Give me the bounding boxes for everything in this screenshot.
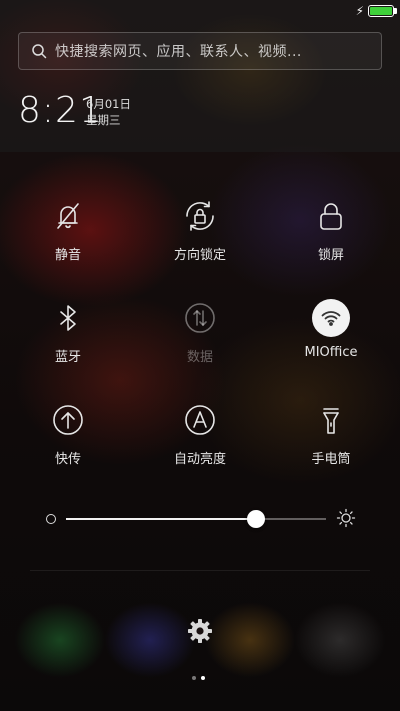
wifi-icon — [321, 311, 341, 326]
wifi-active-indicator — [312, 299, 350, 337]
lock-icon — [320, 203, 342, 230]
toggle-label: 蓝牙 — [54, 350, 81, 365]
battery-level — [370, 7, 392, 15]
toggle-label: 静音 — [54, 248, 81, 263]
date-block[interactable]: 6月01日 星期三 — [86, 96, 131, 128]
toggle-rotation-lock[interactable]: 方向锁定 — [145, 196, 255, 263]
toggle-label: 锁屏 — [317, 248, 344, 263]
toggle-auto-brightness[interactable]: 自动亮度 — [145, 400, 255, 467]
divider — [30, 570, 370, 571]
battery-icon — [368, 5, 394, 17]
search-input[interactable]: 快捷搜索网页、应用、联系人、视频... — [18, 32, 382, 70]
rotation-lock-icon — [186, 201, 214, 231]
mute-bell-icon — [57, 203, 79, 229]
toggle-label: MIOffice — [304, 345, 358, 360]
bluetooth-icon — [60, 305, 76, 331]
brightness-low-icon — [46, 514, 56, 524]
page-dot — [192, 676, 196, 680]
toggle-quick-transfer[interactable]: 快传 — [13, 400, 123, 467]
page-indicator — [192, 676, 205, 680]
toggle-flashlight[interactable]: 手电筒 — [276, 400, 386, 467]
brightness-slider[interactable] — [46, 508, 356, 530]
brightness-track[interactable] — [66, 510, 326, 528]
status-bar: ⚡ — [0, 0, 400, 22]
toggle-mute[interactable]: 静音 — [13, 196, 123, 263]
battery-tip — [394, 8, 397, 14]
toggle-bluetooth[interactable]: 蓝牙 — [13, 298, 123, 365]
mobile-data-icon — [185, 303, 215, 333]
toggle-mobile-data[interactable]: 数据 — [145, 298, 255, 365]
brightness-high-icon — [336, 508, 356, 528]
toggle-wifi[interactable]: MIOffice — [276, 298, 386, 360]
flashlight-icon — [323, 408, 339, 434]
charging-icon: ⚡ — [355, 4, 364, 18]
toggle-label: 数据 — [186, 350, 213, 365]
transfer-icon — [53, 405, 83, 435]
toggle-label: 自动亮度 — [173, 452, 226, 467]
search-placeholder: 快捷搜索网页、应用、联系人、视频... — [55, 44, 302, 60]
brightness-thumb[interactable] — [246, 510, 265, 528]
toggle-label: 方向锁定 — [173, 248, 226, 263]
settings-gear-icon[interactable] — [186, 617, 214, 645]
weekday-text: 星期三 — [86, 113, 121, 127]
search-icon — [32, 44, 47, 59]
date-text: 6月01日 — [86, 97, 131, 111]
page-dot-active — [201, 676, 205, 680]
toggle-lock-screen[interactable]: 锁屏 — [276, 196, 386, 263]
toggle-label: 快传 — [54, 452, 81, 467]
brightness-fill — [66, 518, 256, 520]
auto-brightness-icon — [185, 405, 215, 435]
toggle-label: 手电筒 — [311, 452, 351, 467]
